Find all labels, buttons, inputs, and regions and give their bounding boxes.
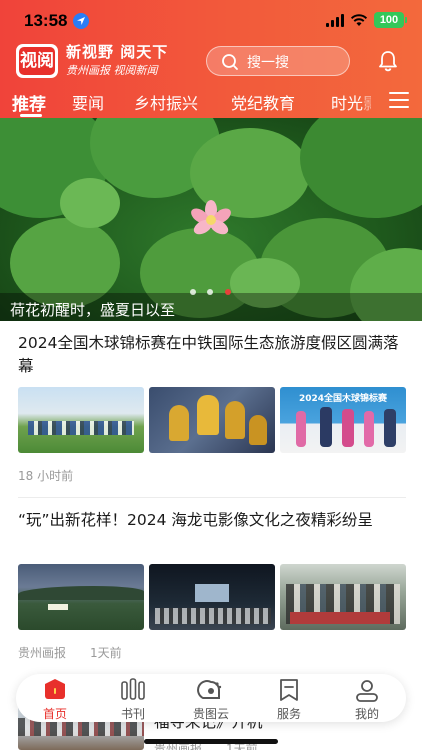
- tab-headlines[interactable]: 要闻: [72, 90, 104, 114]
- location-arrow-icon: [73, 13, 89, 29]
- bell-icon[interactable]: [377, 50, 399, 72]
- signal-icon: [326, 13, 344, 27]
- article-thumbnails[interactable]: [18, 564, 406, 630]
- wifi-icon: [350, 13, 368, 26]
- cloud-icon: [197, 680, 222, 699]
- bottom-navigation: 首页 书刊 贵图云 服务 我的: [16, 674, 406, 722]
- banner-caption: 荷花初醒时，盛夏日以至: [10, 301, 176, 319]
- nav-home[interactable]: 首页: [25, 676, 85, 722]
- status-time: 13:58: [24, 11, 68, 30]
- books-icon: [121, 678, 145, 700]
- status-right: 100: [326, 12, 407, 28]
- active-tab-indicator: [20, 114, 42, 117]
- search-icon: [222, 54, 238, 70]
- article-time: 18 小时前: [18, 469, 74, 483]
- tab-recommend[interactable]: 推荐: [12, 90, 46, 115]
- article-time: 1天前: [90, 646, 122, 660]
- carousel-dot[interactable]: [207, 289, 213, 295]
- category-tabs: 推荐 要闻 乡村振兴 党纪教育 时光影: [0, 86, 422, 116]
- logo-slogan: 新视野 阅天下: [66, 43, 169, 61]
- status-bar: 13:58 100: [0, 0, 422, 40]
- logo-text: 新视野 阅天下 贵州画报 视阅新闻: [66, 44, 168, 78]
- tab-time[interactable]: 时光影: [331, 90, 371, 114]
- tab-rural-revitalization[interactable]: 乡村振兴: [134, 90, 198, 114]
- home-indicator: [144, 739, 278, 744]
- nav-services[interactable]: 服务: [259, 676, 319, 722]
- nav-label: 我的: [354, 707, 379, 721]
- article-source: 贵州画报: [18, 646, 67, 660]
- article-thumbnails[interactable]: 2024全国木球锦标赛: [18, 387, 406, 453]
- app-header: 13:58 100 视阅 新视野 阅天下 贵州画报 视阅新闻 搜一搜 推荐 要闻…: [0, 0, 422, 118]
- carousel-dot[interactable]: [190, 289, 196, 295]
- search-box[interactable]: 搜一搜: [206, 46, 350, 76]
- tab-party-discipline[interactable]: 党纪教育: [231, 90, 295, 114]
- article-title[interactable]: “玩”出新花样！2024 海龙屯影像文化之夜精彩纷呈: [18, 509, 406, 532]
- app-logo: 视阅: [16, 44, 58, 78]
- bookmark-icon: [280, 679, 298, 701]
- battery-indicator: 100: [374, 12, 407, 28]
- thumbnail-sports-field[interactable]: [18, 387, 144, 453]
- carousel-dot-active[interactable]: [225, 289, 231, 295]
- nav-books[interactable]: 书刊: [103, 676, 163, 722]
- thumbnail-award-stage[interactable]: 2024全国木球锦标赛: [280, 387, 406, 453]
- thumbnail-crowd[interactable]: [280, 564, 406, 630]
- lotus-flower-icon: [191, 200, 231, 235]
- logo-subtitle: 贵州画报 视阅新闻: [66, 64, 158, 77]
- thumbnail-trophies[interactable]: [149, 387, 275, 453]
- nav-label: 首页: [42, 707, 67, 721]
- thumbnail-mountain-valley[interactable]: [18, 564, 144, 630]
- menu-icon[interactable]: [389, 91, 409, 109]
- logo-glyph: 视阅: [19, 47, 55, 75]
- user-icon: [356, 680, 378, 702]
- article-title[interactable]: 2024全国木球锦标赛在中铁国际生态旅游度假区圆满落幕: [18, 332, 406, 378]
- nav-label: 书刊: [120, 707, 145, 721]
- nav-profile[interactable]: 我的: [337, 676, 397, 722]
- nav-cloud[interactable]: 贵图云: [181, 676, 241, 722]
- nav-label: 贵图云: [192, 707, 229, 721]
- search-placeholder: 搜一搜: [247, 55, 289, 71]
- thumbnail-outdoor-screen[interactable]: [149, 564, 275, 630]
- home-icon: [45, 679, 65, 699]
- article-card[interactable]: 2024全国木球锦标赛在中铁国际生态旅游度假区圆满落幕: [18, 332, 406, 378]
- article-card[interactable]: “玩”出新花样！2024 海龙屯影像文化之夜精彩纷呈: [18, 509, 406, 532]
- divider: [18, 497, 406, 498]
- nav-label: 服务: [276, 707, 301, 721]
